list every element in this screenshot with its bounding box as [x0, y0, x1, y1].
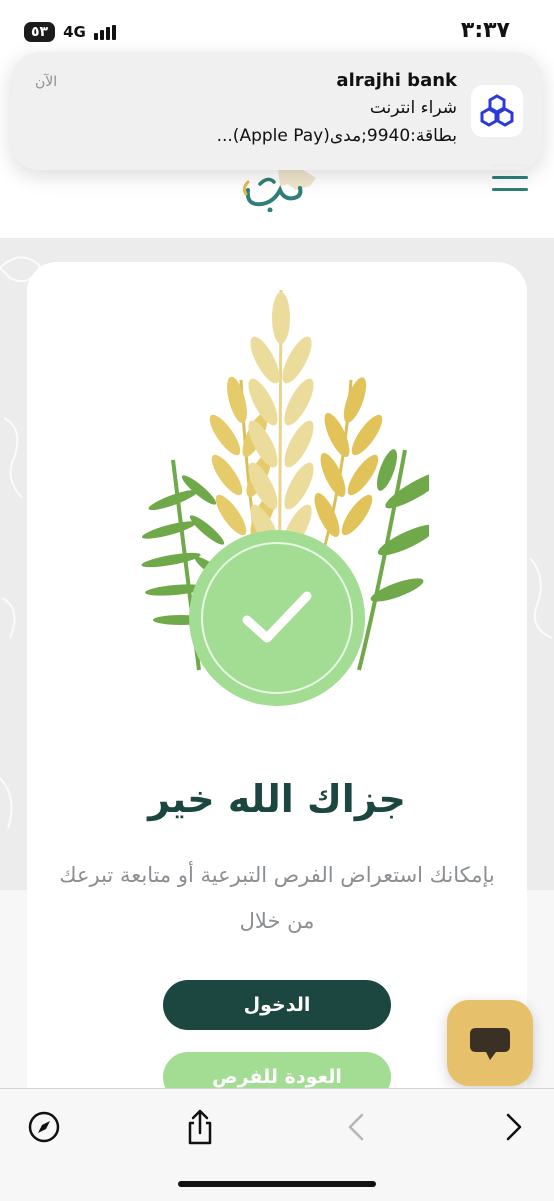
back-chevron-icon[interactable]	[336, 1107, 376, 1147]
share-icon[interactable]	[180, 1107, 220, 1147]
forward-chevron-icon[interactable]	[494, 1107, 534, 1147]
notification-time: الآن	[35, 74, 58, 90]
success-title: جزاك الله خير	[148, 777, 406, 821]
network-label: 4G	[63, 23, 86, 41]
login-button[interactable]: الدخول	[163, 980, 391, 1030]
chat-button[interactable]	[447, 1000, 533, 1086]
push-notification[interactable]: alrajhi bank شراء انترنت بطاقة:9940;مدى(…	[11, 52, 543, 170]
status-bar: ٥٣ 4G ٣:٣٧	[0, 0, 554, 60]
status-time: ٣:٣٧	[460, 18, 510, 43]
notification-app-name: alrajhi bank	[336, 70, 457, 91]
status-indicators: ٥٣ 4G	[24, 22, 116, 42]
chat-bubble-icon	[470, 1028, 510, 1060]
checkmark-icon	[242, 591, 312, 643]
success-check-circle	[189, 530, 365, 706]
battery-indicator: ٥٣	[24, 22, 56, 42]
alrajhi-logo-icon	[471, 85, 523, 137]
hamburger-menu-button[interactable]	[492, 164, 528, 214]
success-card: جزاك الله خير بإمكانك استعراض الفرص التب…	[27, 262, 527, 1132]
notification-line-1: شراء انترنت	[369, 98, 457, 118]
success-subtitle: بإمكانك استعراض الفرص التبرعية أو متابعة…	[59, 863, 495, 933]
notification-line-2: بطاقة:9940;مدى(Apple Pay)...	[216, 126, 457, 146]
signal-icon	[93, 24, 116, 40]
home-indicator[interactable]	[178, 1181, 376, 1187]
compass-icon[interactable]	[24, 1107, 64, 1147]
